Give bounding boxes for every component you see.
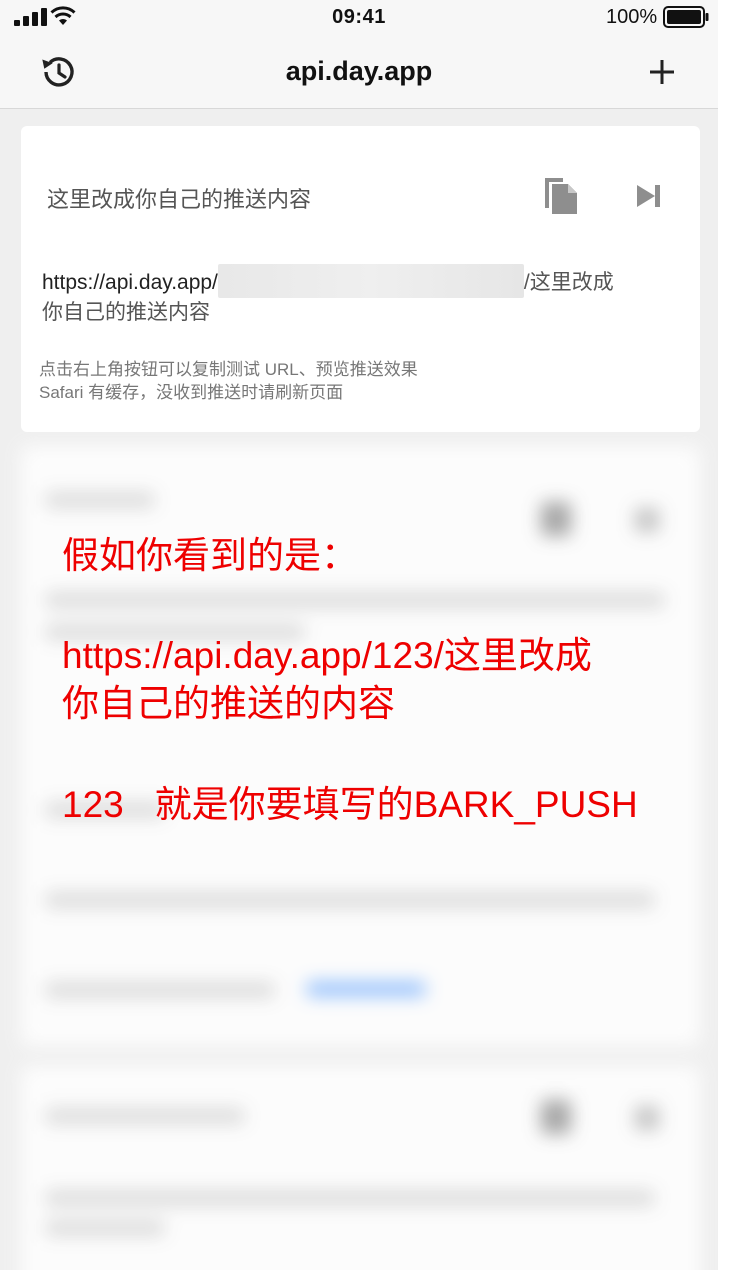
status-bar: 09:41 100%	[0, 0, 718, 34]
url-suffix: /这里改成	[523, 271, 614, 294]
blurred-text	[45, 892, 655, 908]
blurred-link	[306, 982, 426, 996]
redacted-key	[217, 264, 524, 298]
blurred-copy-icon	[541, 1100, 571, 1134]
url-prefix: https://api.day.app/	[42, 271, 218, 294]
plus-icon[interactable]	[642, 52, 682, 92]
blurred-preview-icon	[635, 508, 659, 532]
page-title: api.day.app	[285, 56, 433, 86]
nav-bar: api.day.app	[0, 34, 718, 109]
copy-icon[interactable]	[541, 174, 581, 218]
blurred-text	[45, 1190, 655, 1206]
annotation-line-3: 你自己的推送的内容	[62, 683, 395, 724]
blurred-card-2	[21, 1066, 700, 1270]
blurred-text	[45, 1220, 165, 1236]
annotation-line-4: 123 就是你要填写的BARK_PUSH	[62, 784, 638, 825]
annotation-line-1: 假如你看到的是：	[62, 535, 358, 576]
skip-forward-icon[interactable]	[633, 180, 665, 212]
annotation-line-2: https://api.day.app/123/这里改成	[62, 635, 592, 676]
annotation-lines-2-3: https://api.day.app/123/这里改成 你自己的推送的内容	[62, 632, 592, 728]
push-test-card: 这里改成你自己的推送内容 https://api.day.app/ /这里改成 你…	[21, 126, 700, 432]
hint-line-1: 点击右上角按钮可以复制测试 URL、预览推送效果	[39, 360, 418, 379]
app-screen: 09:41 100% api.day.app 这里改成你自己的推送内容 http…	[0, 0, 718, 1270]
blurred-text	[45, 592, 665, 608]
card-hint: 点击右上角按钮可以复制测试 URL、预览推送效果 Safari 有缓存，没收到推…	[39, 358, 418, 404]
battery-icon	[663, 6, 709, 28]
page-margin-bottom	[0, 1270, 730, 1280]
blurred-copy-icon	[541, 502, 571, 536]
card-title: 这里改成你自己的推送内容	[47, 187, 312, 212]
blurred-text	[45, 1108, 245, 1124]
hint-line-2: Safari 有缓存，没收到推送时请刷新页面	[39, 383, 344, 402]
push-url[interactable]: https://api.day.app/ /这里改成 你自己的推送内容	[42, 264, 682, 328]
page-margin-right	[718, 0, 730, 1280]
url-suffix-line2: 你自己的推送内容	[42, 301, 210, 324]
battery-percent: 100%	[606, 6, 658, 28]
blurred-text	[45, 982, 275, 998]
blurred-text	[45, 492, 155, 508]
blurred-preview-icon	[635, 1106, 659, 1130]
